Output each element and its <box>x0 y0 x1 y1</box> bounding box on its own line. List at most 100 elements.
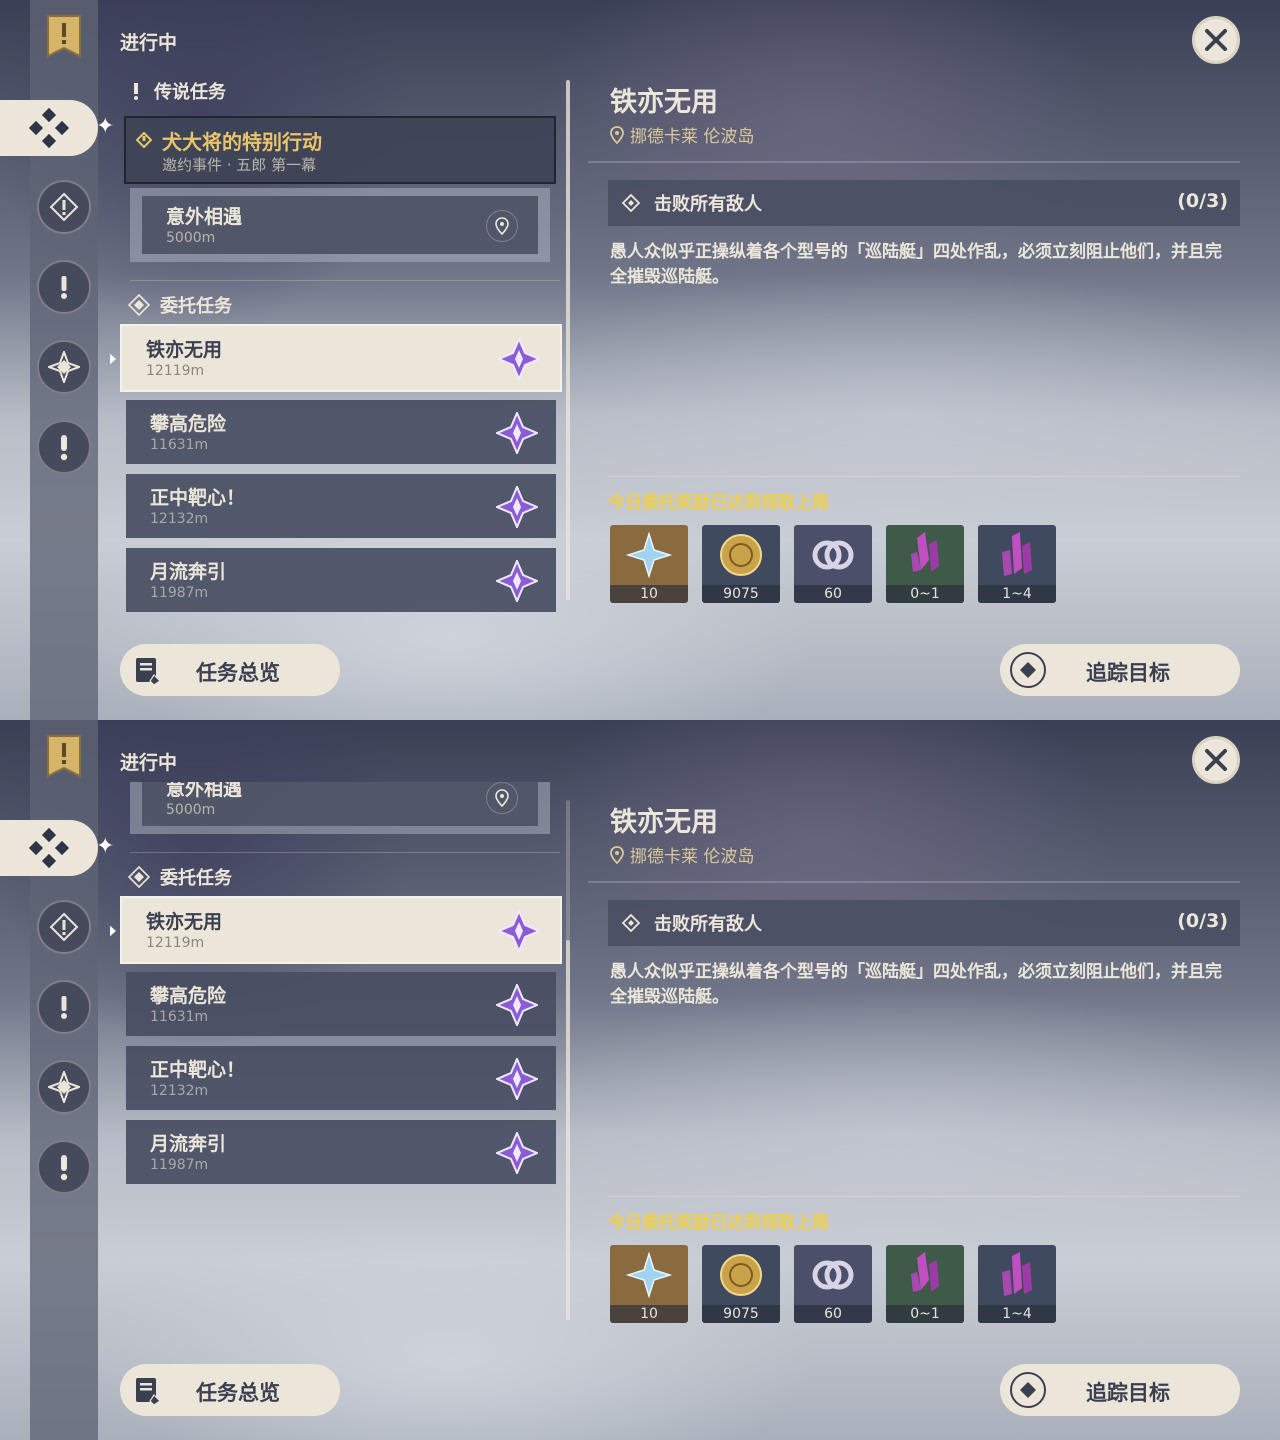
mora-coin-icon <box>720 534 762 576</box>
rail-tab-event[interactable] <box>37 1060 91 1114</box>
scrollbar-thumb[interactable] <box>566 80 570 600</box>
reward-count: 0~1 <box>886 1305 964 1323</box>
rail-tab-exclaim[interactable] <box>37 260 91 314</box>
reward-limit-note: 今日委托奖励已达到领取上限 <box>608 493 829 513</box>
reward-count: 9075 <box>702 585 780 603</box>
quest-name: 月流奔引 <box>150 561 227 583</box>
location-pin-icon[interactable] <box>486 210 518 242</box>
legend-sub-objective[interactable]: 意外相遇 5000m <box>130 188 550 262</box>
quest-overview-button[interactable]: 任务总览 <box>120 644 340 696</box>
quest-list[interactable]: 传说任务 犬大将的特别行动 邀约事件 · 五郎 第一幕 意外相遇 5000m 委… <box>110 74 570 614</box>
reward-item[interactable]: 60 <box>794 1245 872 1323</box>
reward-count: 60 <box>794 585 872 603</box>
rail-tab-commission[interactable] <box>0 100 98 156</box>
compass-star-icon <box>48 1071 80 1103</box>
overview-label: 任务总览 <box>196 1381 280 1405</box>
commission-star-icon <box>496 412 538 454</box>
rail-tab-exclaim[interactable] <box>37 980 91 1034</box>
quest-distance: 12132m <box>150 1083 209 1099</box>
quest-item[interactable]: 月流奔引 11987m <box>126 548 556 612</box>
rail-tab-alert[interactable] <box>37 1140 91 1194</box>
commission-star-icon <box>496 486 538 528</box>
objective-bar: 击败所有敌人 (0/3) <box>608 180 1240 226</box>
rail-tab-world[interactable] <box>37 900 91 954</box>
category-label: 传说任务 <box>154 82 226 103</box>
detail-title: 铁亦无用 <box>610 807 718 838</box>
legend-quest-card[interactable]: 犬大将的特别行动 邀约事件 · 五郎 第一幕 <box>124 116 556 184</box>
friendship-exp-icon <box>812 1260 854 1290</box>
reward-item[interactable]: 9075 <box>702 525 780 603</box>
quest-banner-icon[interactable] <box>46 14 82 58</box>
location-pin-icon[interactable] <box>486 782 518 814</box>
reward-item[interactable]: 60 <box>794 525 872 603</box>
objective-text: 击败所有敌人 <box>654 914 762 935</box>
quest-screen-top: ✦ 进行中 传说任务 犬大将的特别行动 邀约事件 · 五郎 第一幕 意外相遇 5… <box>0 0 1280 720</box>
ornament-divider <box>588 881 1240 883</box>
commission-star-icon <box>498 910 540 952</box>
reward-count: 10 <box>610 585 688 603</box>
sub-objective-title: 意外相遇 <box>166 206 243 228</box>
commission-star-icon <box>498 338 540 380</box>
reward-list: 10 9075 60 0~1 1~4 <box>610 1245 1056 1323</box>
scrollbar-thumb[interactable] <box>566 940 570 1320</box>
crystal-cluster-icon <box>1002 532 1032 576</box>
divider <box>608 1196 1240 1197</box>
sub-objective-distance: 5000m <box>166 802 216 818</box>
crystal-icon <box>911 532 939 572</box>
quest-item[interactable]: 攀高危险 11631m <box>126 972 556 1036</box>
reward-item[interactable]: 1~4 <box>978 525 1056 603</box>
reward-item[interactable]: 9075 <box>702 1245 780 1323</box>
rail-tab-alert[interactable] <box>37 420 91 474</box>
quest-list[interactable]: 意外相遇 5000m 委托任务 铁亦无用 12119m 攀高危险 11631m … <box>110 782 570 1332</box>
quest-item[interactable]: 正中靶心！ 12132m <box>126 474 556 538</box>
quest-item[interactable]: 正中靶心！ 12132m <box>126 1046 556 1110</box>
quest-item[interactable]: 月流奔引 11987m <box>126 1120 556 1184</box>
sub-objective-distance: 5000m <box>166 230 216 246</box>
alert-icon <box>60 1155 68 1181</box>
commission-star-icon <box>496 560 538 602</box>
list-scrollbar[interactable] <box>566 800 570 1320</box>
ornament-divider <box>588 161 1240 163</box>
objective-diamond-icon <box>622 914 640 932</box>
rail-tab-event[interactable] <box>37 340 91 394</box>
primogem-icon <box>626 1252 672 1298</box>
quest-item-active[interactable]: 铁亦无用 12119m <box>120 896 562 964</box>
reward-item[interactable]: 1~4 <box>978 1245 1056 1323</box>
detail-location: 挪德卡莱 伦波岛 <box>610 122 754 147</box>
quest-overview-button[interactable]: 任务总览 <box>120 1364 340 1416</box>
legend-quest-icon <box>134 83 138 100</box>
reward-item[interactable]: 0~1 <box>886 1245 964 1323</box>
legend-quest-title: 犬大将的特别行动 <box>162 130 322 154</box>
quest-name: 铁亦无用 <box>146 911 223 933</box>
friendship-exp-icon <box>812 540 854 570</box>
detail-location: 挪德卡莱 伦波岛 <box>610 842 754 867</box>
quest-distance: 12119m <box>146 363 205 379</box>
quest-item-active[interactable]: 铁亦无用 12119m <box>120 324 562 392</box>
reward-item[interactable]: 10 <box>610 1245 688 1323</box>
quest-item[interactable]: 攀高危险 11631m <box>126 400 556 464</box>
rail-tab-commission[interactable] <box>0 820 98 876</box>
detail-title: 铁亦无用 <box>610 87 718 118</box>
reward-count: 1~4 <box>978 585 1056 603</box>
exclamation-quest-icon <box>61 996 67 1019</box>
quest-description: 愚人众似乎正操纵着各个型号的「巡陆艇」四处作乱，必须立刻阻止他们，并且完全摧毁巡… <box>610 242 1222 287</box>
rail-tab-world[interactable] <box>37 180 91 234</box>
track-diamond-icon <box>1010 652 1046 688</box>
exclamation-quest-icon <box>61 276 67 299</box>
track-target-button[interactable]: 追踪目标 <box>1000 644 1240 696</box>
quest-description: 愚人众似乎正操纵着各个型号的「巡陆艇」四处作乱，必须立刻阻止他们，并且完全摧毁巡… <box>610 962 1222 1007</box>
divider <box>608 476 1240 477</box>
quest-name: 正中靶心！ <box>150 1059 246 1081</box>
quest-distance: 11987m <box>150 1157 209 1173</box>
legend-sub-objective[interactable]: 意外相遇 5000m <box>130 782 550 834</box>
track-label: 追踪目标 <box>1086 661 1170 685</box>
reward-item[interactable]: 10 <box>610 525 688 603</box>
track-target-button[interactable]: 追踪目标 <box>1000 1364 1240 1416</box>
quest-screen-bottom: ✦ 进行中 意外相遇 5000m 委托任务 铁亦无用 12119m 攀高危险 1… <box>0 720 1280 1440</box>
quest-name: 攀高危险 <box>150 413 227 435</box>
objective-diamond-icon <box>622 194 640 212</box>
reward-item[interactable]: 0~1 <box>886 525 964 603</box>
alert-icon <box>60 435 68 461</box>
list-scrollbar[interactable] <box>566 80 570 600</box>
quest-banner-icon[interactable] <box>46 734 82 778</box>
